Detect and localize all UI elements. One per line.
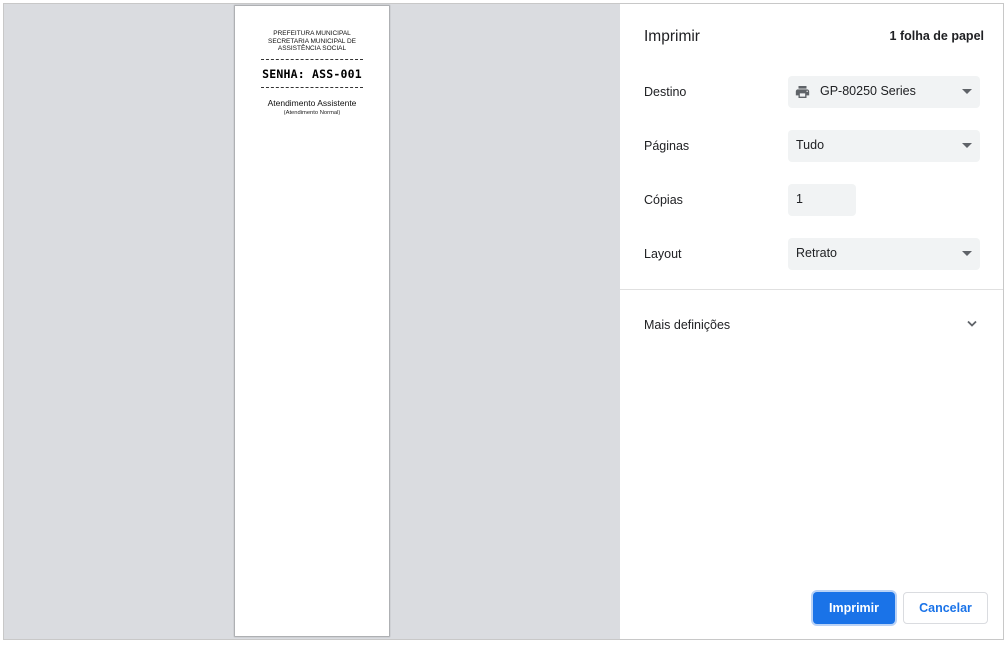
destination-value: GP-80250 Series	[820, 84, 916, 98]
ticket-header: PREFEITURA MUNICIPAL SECRETARIA MUNICIPA…	[235, 30, 389, 53]
dropdown-caret-icon	[962, 143, 972, 148]
copies-value: 1	[796, 192, 803, 206]
copies-input[interactable]: 1	[788, 184, 856, 216]
section-divider	[620, 289, 1003, 290]
header-line: ASSISTÊNCIA SOCIAL	[277, 45, 347, 52]
print-button[interactable]: Imprimir	[813, 592, 895, 624]
print-preview-area: PREFEITURA MUNICIPAL SECRETARIA MUNICIPA…	[4, 4, 620, 639]
destination-select[interactable]: GP-80250 Series	[788, 76, 980, 108]
layout-value: Retrato	[796, 246, 837, 260]
printer-icon	[795, 86, 810, 98]
dashed-divider	[261, 86, 363, 88]
service-name: Atendimento Assistente	[267, 97, 357, 108]
copies-label: Cópias	[644, 193, 683, 207]
service-type: (Atendimento Normal)	[283, 109, 341, 116]
print-settings-panel: Imprimir 1 folha de papel Destino GP-802…	[620, 4, 1003, 639]
pages-label: Páginas	[644, 139, 690, 153]
dashed-divider	[261, 58, 363, 60]
dialog-title: Imprimir	[644, 28, 700, 45]
dropdown-caret-icon	[962, 251, 972, 256]
pages-value: Tudo	[796, 138, 825, 152]
more-settings-toggle[interactable]: Mais definições	[644, 318, 730, 332]
chevron-down-icon[interactable]	[967, 320, 977, 328]
dropdown-caret-icon	[962, 89, 972, 94]
header-line: SECRETARIA MUNICIPAL DE	[267, 37, 356, 45]
layout-select[interactable]: Retrato	[788, 238, 980, 270]
sheet-count: 1 folha de papel	[889, 29, 984, 43]
cancel-button[interactable]: Cancelar	[903, 592, 988, 624]
preview-page: PREFEITURA MUNICIPAL SECRETARIA MUNICIPA…	[235, 6, 389, 636]
destination-label: Destino	[644, 85, 687, 99]
ticket-number: SENHA: ASS-001	[262, 66, 362, 81]
pages-select[interactable]: Tudo	[788, 130, 980, 162]
layout-label: Layout	[644, 247, 682, 261]
header-line: PREFEITURA MUNICIPAL	[273, 30, 351, 37]
print-dialog: PREFEITURA MUNICIPAL SECRETARIA MUNICIPA…	[3, 3, 1004, 640]
